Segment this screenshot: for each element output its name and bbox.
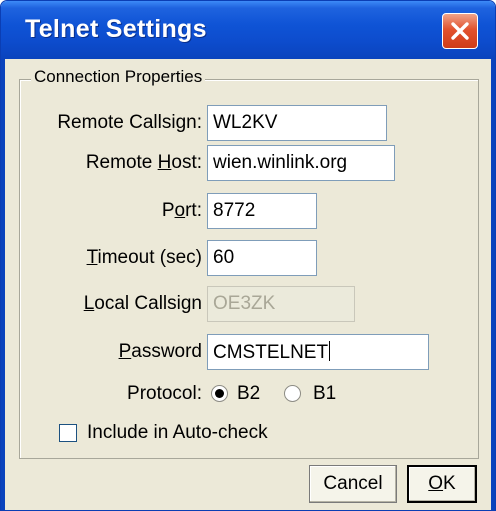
text-caret	[329, 341, 331, 361]
protocol-b1-label[interactable]: B1	[313, 383, 336, 405]
port-value: 8772	[213, 200, 256, 221]
timeout-value: 60	[213, 247, 235, 268]
port-label-prefix: P	[161, 200, 175, 221]
local-callsign-value: OE3ZK	[213, 293, 276, 314]
ok-label-accel: O	[428, 473, 444, 494]
password-label-suffix: assword	[131, 341, 202, 362]
protocol-b2-label[interactable]: B2	[237, 383, 260, 405]
password-label: Password	[119, 341, 202, 363]
protocol-label: Protocol:	[127, 383, 202, 404]
remote-host-value: wien.winlink.org	[213, 152, 348, 173]
timeout-label-suffix: imeout (sec)	[97, 247, 202, 268]
timeout-label-accel: T	[86, 247, 98, 268]
local-callsign-label-accel: L	[83, 293, 95, 314]
port-input[interactable]: 8772	[207, 193, 317, 229]
timeout-input[interactable]: 60	[207, 240, 317, 276]
window-border-right	[491, 59, 495, 510]
remote-host-label: Remote Host:	[86, 152, 202, 174]
ok-label-rest: K	[443, 473, 456, 494]
auto-check-checkbox[interactable]	[59, 424, 77, 442]
window-title: Telnet Settings	[25, 15, 207, 43]
password-input[interactable]: CMSTELNET	[207, 334, 429, 370]
remote-host-input[interactable]: wien.winlink.org	[207, 145, 395, 181]
radio-selected-dot	[215, 389, 224, 398]
local-callsign-label: Local Callsign	[84, 293, 202, 315]
telnet-settings-dialog: Telnet Settings Connection Properties Re…	[0, 0, 496, 511]
port-label-accel: o	[174, 200, 186, 221]
close-button[interactable]	[442, 13, 478, 49]
remote-callsign-value: WL2KV	[213, 112, 278, 133]
title-bar[interactable]: Telnet Settings	[1, 1, 495, 59]
auto-check-label[interactable]: Include in Auto-check	[87, 422, 268, 444]
close-icon	[451, 22, 469, 40]
window-border-left	[1, 59, 5, 510]
remote-callsign-label: Remote Callsign:	[57, 112, 202, 133]
protocol-b1-radio[interactable]	[284, 385, 301, 402]
port-label-suffix: rt:	[185, 200, 202, 221]
timeout-label: Timeout (sec)	[87, 247, 202, 269]
port-label: Port:	[162, 200, 202, 222]
local-callsign-label-suffix: ocal Callsign	[94, 293, 202, 314]
ok-button[interactable]: OK	[407, 465, 477, 503]
remote-host-label-accel: H	[157, 152, 172, 173]
protocol-b2-radio[interactable]	[211, 385, 228, 402]
password-value: CMSTELNET	[213, 342, 329, 363]
remote-host-label-prefix: Remote	[85, 152, 158, 173]
password-label-accel: P	[118, 341, 132, 362]
remote-host-label-suffix: ost:	[171, 152, 202, 173]
remote-callsign-input[interactable]: WL2KV	[207, 105, 387, 141]
local-callsign-input: OE3ZK	[207, 286, 355, 322]
group-title: Connection Properties	[31, 67, 206, 87]
cancel-button[interactable]: Cancel	[309, 465, 397, 503]
